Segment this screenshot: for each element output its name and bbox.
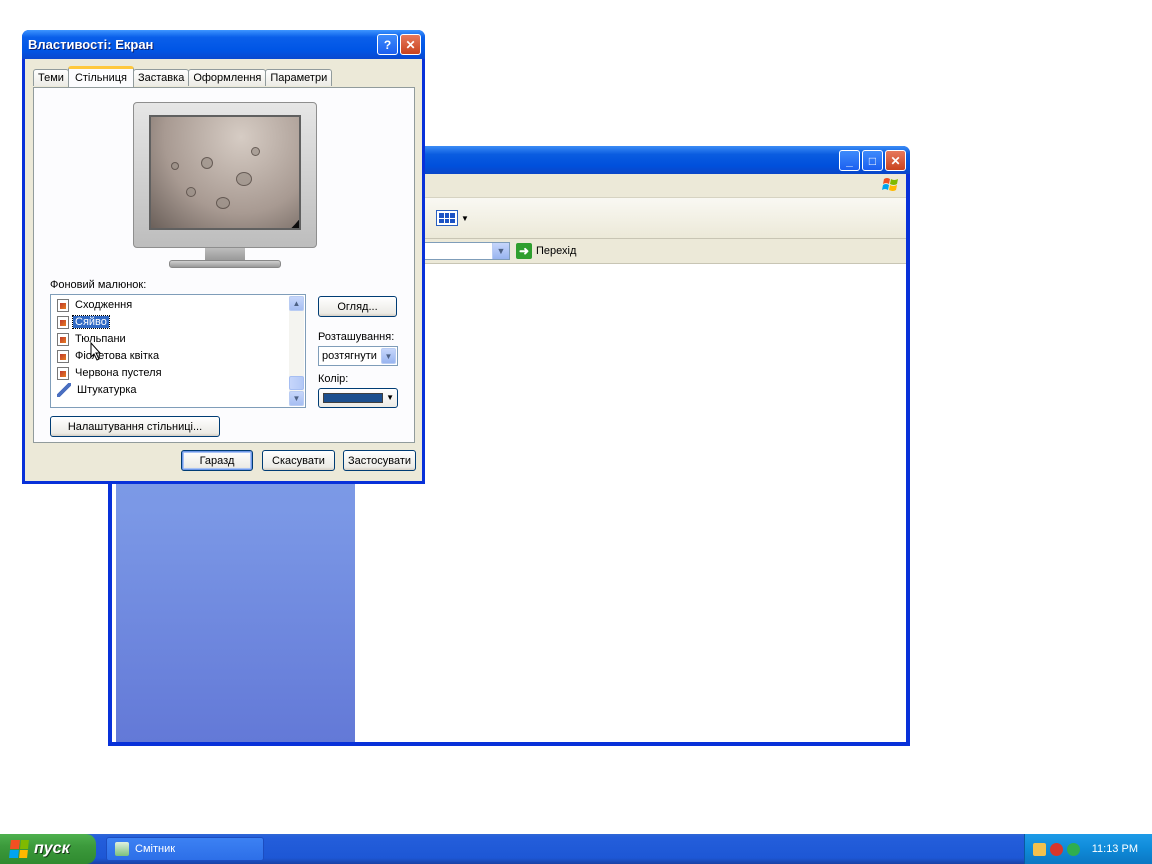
color-swatch (323, 393, 383, 403)
scroll-thumb[interactable] (289, 376, 304, 390)
image-file-icon (57, 366, 69, 380)
security-alert-icon[interactable] (1050, 842, 1063, 856)
scroll-down-icon[interactable]: ▼ (289, 391, 304, 406)
task-pane (116, 510, 355, 742)
list-item-selected[interactable]: Сяйво (57, 314, 110, 330)
clock[interactable]: 11:13 PM (1092, 843, 1138, 855)
list-item-label: Штукатурка (77, 384, 137, 396)
crater (251, 147, 260, 156)
views-icon (436, 210, 458, 226)
customize-desktop-button[interactable]: Налаштування стільниці... (50, 416, 220, 437)
list-item[interactable]: Фіолетова квітка (57, 348, 161, 364)
mouse-cursor-icon (90, 342, 102, 361)
tab-appearance[interactable]: Оформлення (188, 69, 267, 86)
tab-desktop[interactable]: Стільниця (67, 66, 134, 87)
scroll-up-icon[interactable]: ▲ (289, 296, 304, 311)
list-item[interactable]: Штукатурка (57, 382, 139, 398)
list-item-label: Фіолетова квітка (75, 350, 160, 362)
close-button[interactable]: ✕ (885, 150, 906, 171)
color-picker-button[interactable]: ▼ (318, 388, 398, 408)
minimize-button[interactable]: _ (839, 150, 860, 171)
address-dropdown-icon[interactable]: ▼ (492, 243, 509, 259)
windows-flag-icon (9, 840, 29, 858)
moon-image (151, 117, 299, 228)
color-label: Колір: (318, 373, 349, 385)
antivirus-icon[interactable] (1067, 842, 1080, 856)
wallpaper-list[interactable]: Сходження Сяйво Тюльпани Фіолетова квітк… (50, 294, 306, 408)
list-item-label: Сяйво (72, 315, 110, 329)
image-file-icon (57, 298, 69, 312)
taskbar: пуск Смітник 11:13 PM (0, 834, 1152, 864)
list-item[interactable]: Червона пустеля (57, 365, 164, 381)
image-file-icon (57, 315, 69, 329)
crater (186, 187, 196, 197)
list-item-label: Червона пустеля (75, 367, 162, 379)
dialog-close-button[interactable]: ✕ (400, 34, 421, 55)
network-icon[interactable] (1033, 842, 1046, 856)
ok-button[interactable]: Гаразд (181, 450, 253, 471)
start-button[interactable]: пуск (0, 834, 96, 864)
chevron-down-icon: ▼ (381, 348, 396, 364)
windows-logo-icon (882, 178, 898, 191)
position-value: розтягнути (322, 350, 377, 362)
background-label: Фоновий малюнок: (50, 279, 147, 291)
brush-icon (57, 383, 71, 397)
crater (236, 172, 252, 186)
crater (201, 157, 213, 169)
taskbar-item-recycle-bin[interactable]: Смітник (106, 837, 264, 861)
list-scrollbar[interactable]: ▲ ▼ (289, 296, 304, 406)
browse-button[interactable]: Огляд... (318, 296, 397, 317)
tab-themes[interactable]: Теми (33, 69, 69, 86)
views-button[interactable]: ▼ (436, 208, 470, 228)
crater (171, 162, 179, 170)
cancel-button[interactable]: Скасувати (262, 450, 335, 471)
go-arrow-icon: ➜ (516, 243, 532, 259)
apply-button[interactable]: Застосувати (343, 450, 416, 471)
position-select[interactable]: розтягнути ▼ (318, 346, 398, 366)
monitor-neck (205, 248, 245, 260)
system-tray: 11:13 PM (1024, 834, 1152, 864)
monitor-base (169, 260, 281, 268)
monitor-preview (133, 102, 317, 272)
list-item-label: Сходження (75, 299, 133, 311)
dialog-body: Теми Стільниця Заставка Оформлення Парам… (25, 59, 422, 481)
tab-strip: Теми Стільниця Заставка Оформлення Парам… (33, 66, 333, 87)
wallpaper-preview (149, 115, 301, 230)
dialog-title: Властивості: Екран (28, 37, 154, 52)
maximize-button[interactable]: □ (862, 150, 883, 171)
go-button[interactable]: ➜ Перехід (516, 242, 576, 260)
monitor-frame (133, 102, 317, 248)
go-label: Перехід (536, 245, 577, 257)
crater (216, 197, 230, 209)
list-item[interactable]: Сходження (57, 297, 134, 313)
help-button[interactable]: ? (377, 34, 398, 55)
chevron-down-icon: ▼ (461, 213, 469, 223)
image-file-icon (57, 349, 69, 363)
taskbar-item-label: Смітник (135, 843, 176, 855)
tab-screensaver[interactable]: Заставка (133, 69, 190, 86)
image-file-icon (57, 332, 69, 346)
desktop-tab-panel: Фоновий малюнок: Сходження Сяйво Тюльпан… (33, 87, 415, 443)
start-label: пуск (34, 840, 70, 857)
dialog-titlebar[interactable]: Властивості: Екран ? ✕ (22, 30, 425, 59)
chevron-down-icon: ▼ (386, 393, 394, 402)
recycle-bin-icon (115, 842, 129, 856)
position-label: Розташування: (318, 331, 395, 343)
display-properties-dialog: Властивості: Екран ? ✕ Теми Стільниця За… (22, 30, 425, 484)
tab-settings[interactable]: Параметри (265, 69, 333, 86)
